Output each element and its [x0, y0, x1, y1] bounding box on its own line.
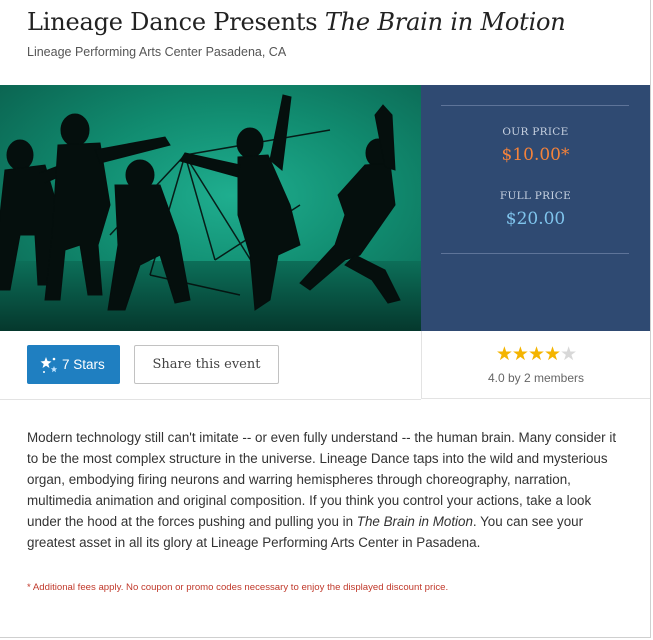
page-title: Lineage Dance Presents The Brain in Moti…: [27, 8, 566, 36]
rating-box: ★★★★★ 4.0 by 2 members: [421, 331, 650, 399]
divider: [441, 253, 629, 254]
title-prefix: Lineage Dance Presents: [27, 8, 325, 36]
venue-text: Lineage Performing Arts Center Pasadena,…: [27, 45, 287, 59]
sparkle-stars-icon: [40, 356, 58, 373]
star-icon: ★: [527, 344, 545, 365]
full-price-label: FULL PRICE: [499, 190, 572, 202]
share-event-button[interactable]: Share this event: [134, 345, 279, 384]
event-card: Lineage Dance Presents The Brain in Moti…: [0, 0, 651, 638]
divider: [441, 105, 629, 106]
show-title: The Brain in Motion: [324, 8, 566, 36]
star-icon: ★: [511, 344, 529, 365]
star-empty-icon: ★: [560, 344, 577, 365]
event-photo: [0, 85, 421, 331]
rating-text: 4.0 by 2 members: [487, 371, 585, 385]
action-bar: 7 Stars Share this event: [0, 331, 421, 400]
event-description: Modern technology still can't imitate --…: [27, 427, 623, 553]
our-price-label: OUR PRICE: [502, 126, 569, 138]
our-price-value: $10.00*: [501, 145, 570, 165]
stars-button-label: 7 Stars: [62, 357, 105, 372]
star-icon: ★: [495, 344, 513, 365]
rating-stars: ★★★★★: [422, 343, 650, 366]
price-panel: OUR PRICE $10.00* FULL PRICE $20.00: [421, 85, 650, 331]
star-icon: ★: [544, 344, 561, 365]
description-show-title: The Brain in Motion: [356, 514, 473, 529]
stars-button[interactable]: 7 Stars: [27, 345, 120, 384]
fees-footnote: * Additional fees apply. No coupon or pr…: [27, 582, 449, 593]
dancers-silhouette: [0, 94, 401, 311]
full-price-value: $20.00: [505, 209, 566, 229]
